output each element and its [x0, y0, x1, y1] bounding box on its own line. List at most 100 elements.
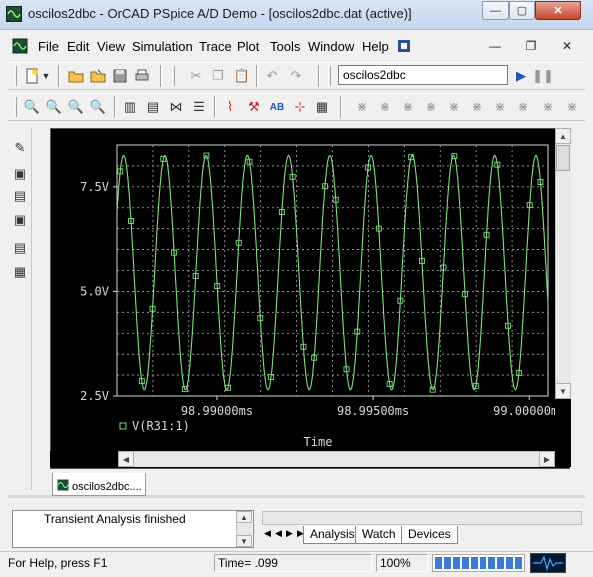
- output-message: Transient Analysis finished: [44, 512, 186, 526]
- menu-edit[interactable]: Edit: [67, 39, 89, 54]
- simulation-profile-combo[interactable]: oscilos2dbc: [338, 65, 508, 85]
- mark-label-cursor-icon[interactable]: ⋇: [562, 97, 582, 117]
- menu-file[interactable]: File: [38, 39, 59, 54]
- progress-segment: [452, 557, 460, 569]
- scroll-left-arrow[interactable]: ◀: [118, 451, 134, 467]
- output-scroll-up-arrow[interactable]: ▲: [236, 511, 252, 523]
- scroll-right-arrow[interactable]: ▶: [539, 451, 555, 467]
- run-pspice-icon[interactable]: ▦: [10, 262, 30, 282]
- zoom-area-icon[interactable]: 🔍: [66, 97, 86, 117]
- cursor-trough-icon[interactable]: ⋇: [375, 97, 395, 117]
- toolbar-separator: [58, 65, 60, 87]
- context-help-icon[interactable]: [396, 38, 412, 54]
- toolbar-separator: [256, 65, 258, 87]
- menu-plot[interactable]: Plot: [237, 39, 259, 54]
- view-output-file-icon[interactable]: ▤: [10, 186, 30, 206]
- pspice-app-icon: [6, 6, 22, 22]
- add-trace-icon[interactable]: ⌇: [220, 97, 240, 117]
- minimize-button[interactable]: —: [482, 1, 509, 20]
- status-zoom: 100%: [376, 554, 428, 572]
- cursor-peak-icon[interactable]: ⋇: [352, 97, 372, 117]
- cursor-point-icon[interactable]: ⋇: [467, 97, 487, 117]
- mdi-close-button[interactable]: ✕: [555, 37, 579, 55]
- progress-segment: [488, 557, 496, 569]
- save-icon[interactable]: [110, 66, 130, 86]
- maximize-button[interactable]: ▢: [509, 1, 535, 20]
- waveform-plot[interactable]: 7.5V 5.0V 2.5V 98.99000ms 98.99500ms 99.0000…: [50, 128, 555, 451]
- copy-icon[interactable]: ❐: [208, 66, 228, 86]
- log-x-axis-icon[interactable]: ▥: [120, 97, 140, 117]
- edit-profile-icon[interactable]: ▤: [10, 238, 30, 258]
- open-icon[interactable]: [66, 66, 86, 86]
- progress-segment: [479, 557, 487, 569]
- view-simulation-results-icon[interactable]: ▣: [10, 164, 30, 184]
- y-tick-label: 7.5V: [80, 180, 109, 194]
- pause-icon[interactable]: ❚❚: [532, 66, 554, 86]
- cursor-min-icon[interactable]: ⋇: [421, 97, 441, 117]
- cursor-search-icon[interactable]: ⋇: [490, 97, 510, 117]
- toolbar-grip[interactable]: [14, 66, 17, 86]
- simulation-settings-icon[interactable]: ▣: [10, 210, 30, 230]
- tab-scroll-first-icon[interactable]: ◀: [264, 528, 271, 539]
- zoom-out-icon[interactable]: 🔍: [44, 97, 64, 117]
- document-icon[interactable]: [12, 38, 28, 54]
- tab-scroll-next-icon[interactable]: ▶: [286, 528, 293, 539]
- progress-segment: [506, 557, 514, 569]
- run-icon[interactable]: ▶: [511, 66, 531, 86]
- progress-segment: [443, 557, 451, 569]
- legend-trace-label[interactable]: V(R31:1): [132, 419, 190, 433]
- plot-horizontal-scrollbar[interactable]: [118, 451, 555, 467]
- watch-panel-scrollbar[interactable]: [262, 511, 582, 525]
- mdi-minimize-button[interactable]: —: [483, 37, 507, 55]
- cursor-slope-icon[interactable]: ⋇: [398, 97, 418, 117]
- scroll-up-arrow[interactable]: ▲: [555, 128, 571, 144]
- text-label-icon[interactable]: AB: [267, 97, 287, 117]
- mdi-restore-button[interactable]: ❐: [519, 37, 543, 55]
- status-help: For Help, press F1: [8, 556, 108, 570]
- zoom-in-icon[interactable]: 🔍: [22, 97, 42, 117]
- menu-window[interactable]: Window: [308, 39, 354, 54]
- print-icon[interactable]: [132, 66, 152, 86]
- open-folder-icon[interactable]: [88, 66, 108, 86]
- menu-tools[interactable]: Tools: [270, 39, 300, 54]
- mark-label-icon[interactable]: ▦: [312, 97, 332, 117]
- new-icon[interactable]: [22, 66, 42, 86]
- paste-icon[interactable]: 📋: [232, 66, 252, 86]
- redo-icon[interactable]: ↷: [286, 66, 306, 86]
- document-tab-icon: [57, 479, 69, 494]
- tab-analysis[interactable]: Analysis: [303, 526, 362, 544]
- x-tick-label: 98.99000ms: [181, 404, 253, 418]
- performance-analysis-icon[interactable]: ⋈: [166, 97, 186, 117]
- scroll-thumb[interactable]: [556, 145, 570, 171]
- output-scroll-down-arrow[interactable]: ▼: [236, 535, 252, 547]
- menu-help[interactable]: Help: [362, 39, 389, 54]
- menu-simulation[interactable]: Simulation: [132, 39, 193, 54]
- cut-icon[interactable]: ✂: [186, 66, 206, 86]
- menu-view[interactable]: View: [97, 39, 125, 54]
- eval-measurement-icon[interactable]: ⚒: [244, 97, 264, 117]
- activity-waveform-icon: [530, 553, 566, 573]
- probe-icon[interactable]: ✎: [10, 138, 30, 158]
- tab-watch[interactable]: Watch: [355, 526, 403, 544]
- tab-document[interactable]: oscilos2dbc....: [52, 473, 146, 496]
- undo-icon[interactable]: ↶: [262, 66, 282, 86]
- toolbar-grip[interactable]: [14, 97, 17, 117]
- toolbar-grip[interactable]: [172, 66, 175, 86]
- mark-data-icon[interactable]: ⊹: [290, 97, 310, 117]
- scroll-down-arrow[interactable]: ▼: [555, 383, 571, 399]
- close-button[interactable]: ✕: [535, 1, 581, 20]
- tab-devices[interactable]: Devices: [401, 526, 458, 544]
- log-y-axis-icon[interactable]: ☰: [189, 97, 209, 117]
- toolbar-grip[interactable]: [328, 66, 331, 86]
- cursor-prev-transition-icon[interactable]: ⋇: [538, 97, 558, 117]
- zoom-fit-icon[interactable]: 🔍: [88, 97, 108, 117]
- fourier-icon[interactable]: ▤: [143, 97, 163, 117]
- cursor-max-icon[interactable]: ⋇: [444, 97, 464, 117]
- cursor-next-transition-icon[interactable]: ⋇: [513, 97, 533, 117]
- new-dropdown-icon[interactable]: ▼: [40, 66, 52, 86]
- menu-trace[interactable]: Trace: [199, 39, 232, 54]
- window-title: oscilos2dbc - OrCAD PSpice A/D Demo - [o…: [28, 6, 412, 21]
- left-toolbar-gutter: [32, 128, 50, 490]
- tab-scroll-prev-icon[interactable]: ◀: [275, 528, 282, 539]
- progress-segment: [497, 557, 505, 569]
